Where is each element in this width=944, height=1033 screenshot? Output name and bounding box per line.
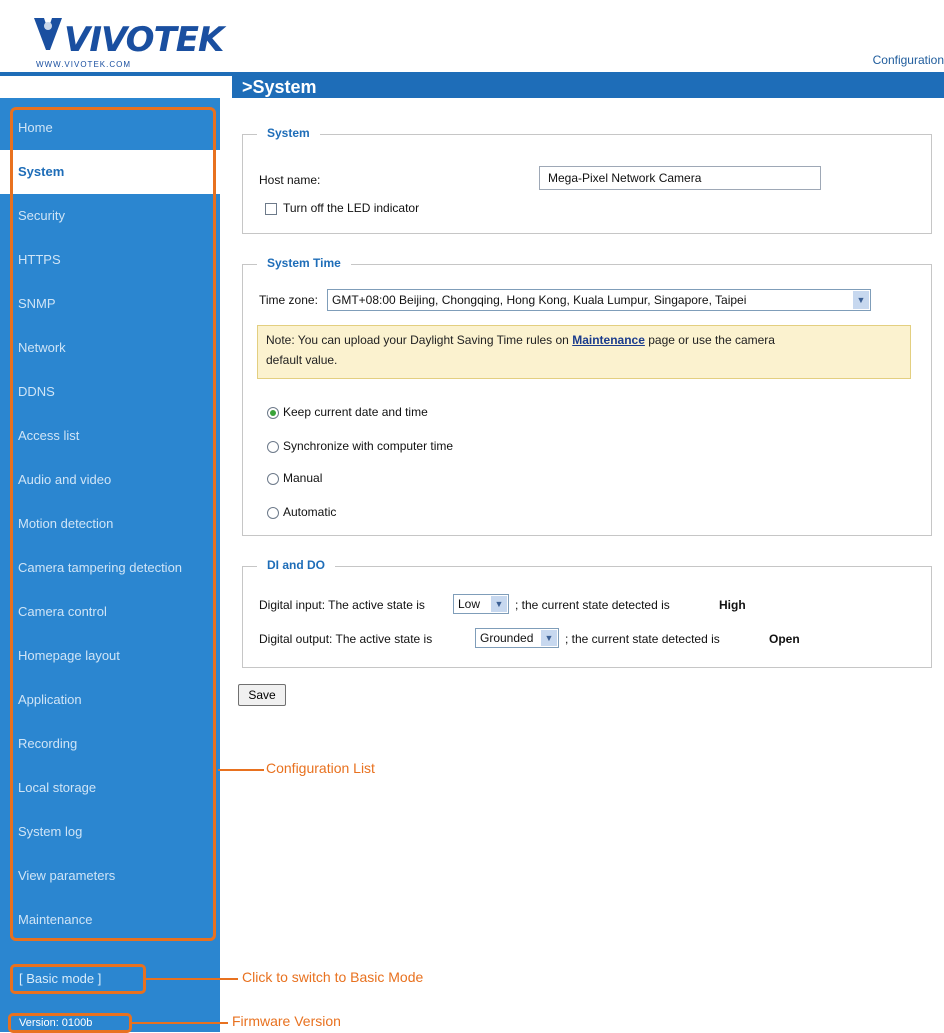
do-current-label: ; the current state detected is <box>565 632 720 646</box>
note-text-start: Note: You can upload your Daylight Savin… <box>266 333 569 347</box>
di-current-state: High <box>719 598 746 612</box>
system-legend: System <box>257 126 320 140</box>
note-text-end: page or use the camera <box>648 333 775 347</box>
time-zone-select[interactable]: GMT+08:00 Beijing, Chongqing, Hong Kong,… <box>327 289 871 311</box>
callout-line-config-list <box>218 769 264 771</box>
sidebar: Home System Security HTTPS SNMP Network … <box>0 98 220 1032</box>
di-current-label: ; the current state detected is <box>515 598 670 612</box>
save-button[interactable]: Save <box>238 684 286 706</box>
sidebar-item-maintenance[interactable]: Maintenance <box>0 898 220 942</box>
brand-url: WWW.VIVOTEK.COM <box>36 60 131 69</box>
do-state-select[interactable]: Grounded ▼ <box>475 628 559 648</box>
sidebar-item-https[interactable]: HTTPS <box>0 238 220 282</box>
host-name-label: Host name: <box>259 173 321 187</box>
time-zone-value: GMT+08:00 Beijing, Chongqing, Hong Kong,… <box>332 293 747 307</box>
callout-line-basic-mode <box>146 978 238 980</box>
dst-note: Note: You can upload your Daylight Savin… <box>257 325 911 379</box>
di-state-select[interactable]: Low ▼ <box>453 594 509 614</box>
sidebar-item-home[interactable]: Home <box>0 106 220 150</box>
sidebar-item-snmp[interactable]: SNMP <box>0 282 220 326</box>
di-state-value: Low <box>458 597 481 611</box>
radio-keep-current[interactable] <box>267 407 279 419</box>
sidebar-item-ddns[interactable]: DDNS <box>0 370 220 414</box>
sidebar-item-local-storage[interactable]: Local storage <box>0 766 220 810</box>
radio-manual[interactable] <box>267 473 279 485</box>
time-zone-label: Time zone: <box>259 293 318 307</box>
di-label: Digital input: The active state is <box>259 598 425 612</box>
do-current-state: Open <box>769 632 800 646</box>
sidebar-item-homepage-layout[interactable]: Homepage layout <box>0 634 220 678</box>
sidebar-item-access-list[interactable]: Access list <box>0 414 220 458</box>
host-name-input[interactable]: Mega-Pixel Network Camera <box>539 166 821 190</box>
do-label: Digital output: The active state is <box>259 632 433 646</box>
radio-keep-current-label: Keep current date and time <box>283 405 428 419</box>
radio-automatic-label: Automatic <box>283 505 337 519</box>
configuration-link[interactable]: Configuration <box>873 53 944 67</box>
logo-mark-icon <box>34 18 62 50</box>
system-time-legend: System Time <box>257 256 351 270</box>
chevron-down-icon: ▼ <box>853 291 869 309</box>
chevron-down-icon: ▼ <box>491 596 507 612</box>
sidebar-item-application[interactable]: Application <box>0 678 220 722</box>
callout-basic-mode: Click to switch to Basic Mode <box>242 969 424 985</box>
sidebar-item-camera-tampering[interactable]: Camera tampering detection <box>0 546 220 590</box>
sidebar-item-system-log[interactable]: System log <box>0 810 220 854</box>
led-label: Turn off the LED indicator <box>283 201 420 215</box>
chevron-down-icon: ▼ <box>541 630 557 646</box>
callout-firmware: Firmware Version <box>232 1013 341 1029</box>
radio-manual-label: Manual <box>283 471 323 485</box>
callout-config-list: Configuration List <box>266 760 375 776</box>
sidebar-item-recording[interactable]: Recording <box>0 722 220 766</box>
sidebar-item-system[interactable]: System <box>0 150 220 194</box>
sidebar-item-security[interactable]: Security <box>0 194 220 238</box>
radio-sync-computer[interactable] <box>267 441 279 453</box>
led-checkbox[interactable] <box>265 203 277 215</box>
system-time-fieldset: System Time Time zone: GMT+08:00 Beijing… <box>242 256 932 536</box>
sidebar-item-network[interactable]: Network <box>0 326 220 370</box>
sidebar-item-view-parameters[interactable]: View parameters <box>0 854 220 898</box>
maintenance-link[interactable]: Maintenance <box>572 333 645 347</box>
callout-line-firmware <box>132 1022 228 1024</box>
di-do-legend: DI and DO <box>257 558 336 572</box>
vivotek-logo: VIVOTEK WWW.VIVOTEK.COM <box>30 12 224 70</box>
firmware-version: Version: 0100b <box>8 1013 132 1033</box>
sidebar-item-camera-control[interactable]: Camera control <box>0 590 220 634</box>
page-title: >System <box>242 77 317 97</box>
radio-automatic[interactable] <box>267 507 279 519</box>
radio-sync-computer-label: Synchronize with computer time <box>283 439 454 453</box>
sidebar-item-motion-detection[interactable]: Motion detection <box>0 502 220 546</box>
system-fieldset: System Host name: Mega-Pixel Network Cam… <box>242 126 932 234</box>
note-text-line2: default value. <box>266 353 338 367</box>
sidebar-item-audio-video[interactable]: Audio and video <box>0 458 220 502</box>
basic-mode-link[interactable]: [ Basic mode ] <box>10 964 146 994</box>
di-do-fieldset: DI and DO Digital input: The active stat… <box>242 558 932 668</box>
page-title-bar: >System <box>232 76 944 98</box>
do-state-value: Grounded <box>480 631 534 645</box>
brand-name: VIVOTEK <box>64 20 224 60</box>
